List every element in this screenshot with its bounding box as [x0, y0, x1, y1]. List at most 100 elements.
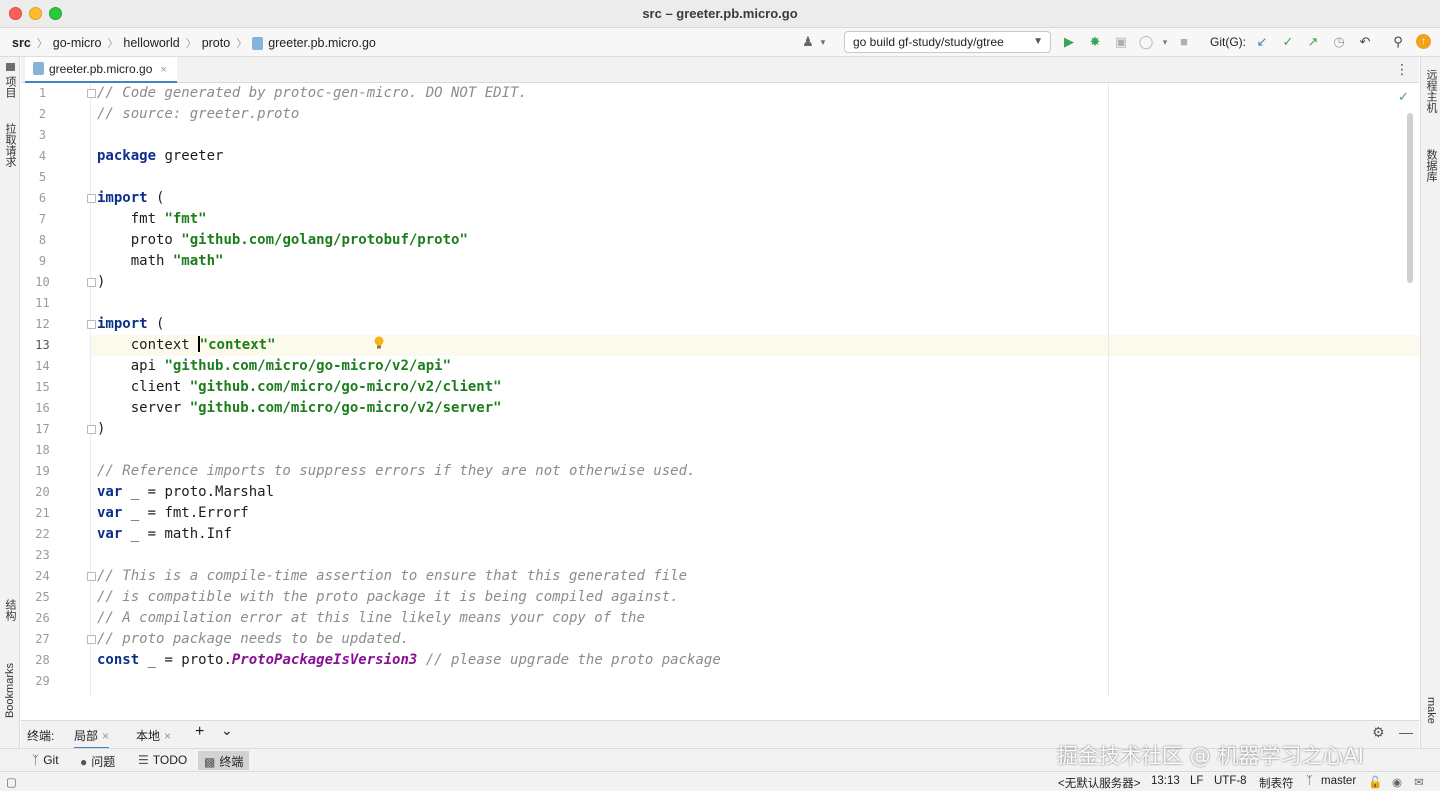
editor-tab[interactable]: greeter.pb.micro.go × [25, 57, 177, 83]
line-number[interactable]: 29 [21, 674, 64, 688]
fold-marker[interactable] [87, 89, 96, 98]
fold-marker[interactable] [87, 572, 96, 581]
tool-window-database[interactable]: 数据库 [1421, 149, 1440, 182]
rollback-icon[interactable]: ↶ [1357, 34, 1373, 50]
line-number[interactable]: 7 [21, 212, 64, 226]
line-number[interactable]: 15 [21, 380, 64, 394]
close-icon[interactable]: × [160, 64, 166, 76]
line-number[interactable]: 8 [21, 233, 64, 247]
search-icon[interactable]: ⚲ [1390, 34, 1406, 50]
tool-window-structure[interactable]: 结构 [0, 599, 20, 621]
tool-window-bookmarks[interactable]: Bookmarks [0, 663, 20, 718]
inspection-ok-icon[interactable]: ✓ [1398, 89, 1409, 105]
status-branch[interactable]: master [1321, 775, 1356, 787]
git-push-icon[interactable]: ↗ [1305, 34, 1321, 50]
line-number[interactable]: 1 [21, 86, 64, 100]
line-number[interactable]: 23 [21, 548, 64, 562]
stop-icon[interactable]: ■ [1176, 34, 1192, 50]
tool-window-label: Bookmarks [4, 663, 16, 719]
line-number[interactable]: 11 [21, 296, 64, 310]
tool-window-label: 项目 [4, 76, 16, 98]
line-number[interactable]: 28 [21, 653, 64, 667]
breadcrumb-item[interactable]: greeter.pb.micro.go [268, 36, 376, 50]
fold-marker[interactable] [87, 278, 96, 287]
line-number[interactable]: 22 [21, 527, 64, 541]
line-number[interactable]: 19 [21, 464, 64, 478]
run-configuration-select[interactable]: go build gf-study/study/gtree ▼ [844, 31, 1051, 53]
line-number[interactable]: 17 [21, 422, 64, 436]
line-number[interactable]: 12 [21, 317, 64, 331]
lock-icon[interactable]: 🔓 [1368, 775, 1382, 789]
history-icon[interactable]: ◷ [1331, 34, 1347, 50]
line-number[interactable]: 9 [21, 254, 64, 268]
tool-terminal-button[interactable]: ▩ 终端 [198, 751, 250, 770]
tool-window-remote-host[interactable]: 远程主机 [1421, 69, 1440, 113]
tool-git-button[interactable]: ᛉ Git [26, 751, 65, 770]
status-interpreter[interactable]: <无默认服务器> [1058, 775, 1140, 791]
update-icon[interactable]: ↑ [1416, 34, 1431, 49]
breadcrumb-item[interactable]: helloworld [123, 36, 179, 50]
status-encoding[interactable]: UTF-8 [1214, 775, 1247, 787]
line-number[interactable]: 26 [21, 611, 64, 625]
code-line: // proto package needs to be updated. [97, 631, 409, 647]
tool-window-pull-requests[interactable]: 拉取请求 [0, 123, 20, 167]
line-number[interactable]: 2 [21, 107, 64, 121]
fold-marker[interactable] [87, 635, 96, 644]
tool-label: 问题 [91, 755, 116, 769]
code-line: // is compatible with the proto package … [97, 589, 679, 605]
coverage-icon[interactable]: ▣ [1113, 34, 1129, 50]
vertical-scrollbar[interactable] [1407, 113, 1413, 283]
close-icon[interactable]: × [102, 729, 109, 743]
breadcrumb-item[interactable]: src [12, 36, 31, 50]
tool-problems-button[interactable]: ● 问题 [74, 751, 121, 770]
status-position[interactable]: 13:13 [1151, 775, 1180, 787]
lightbulb-icon[interactable] [373, 336, 385, 350]
tool-window-make[interactable]: make [1421, 697, 1440, 724]
line-number[interactable]: 4 [21, 149, 64, 163]
debug-icon[interactable]: ✸ [1087, 34, 1103, 50]
tool-todo-button[interactable]: ☰ TODO [132, 751, 193, 770]
line-number[interactable]: 14 [21, 359, 64, 373]
gear-icon[interactable]: ⚙ [1372, 724, 1385, 741]
terminal-tab-local[interactable]: 局部 × [74, 727, 110, 749]
line-number[interactable]: 6 [21, 191, 64, 205]
fold-marker[interactable] [87, 425, 96, 434]
more-icon[interactable]: ⋮ [1395, 61, 1409, 78]
power-save-icon[interactable]: ◉ [1392, 775, 1402, 789]
breadcrumb-item[interactable]: proto [202, 36, 231, 50]
line-number[interactable]: 27 [21, 632, 64, 646]
chevron-down-icon[interactable]: ▾ [1157, 34, 1173, 50]
panel-toggle-icon[interactable]: ▢ [6, 775, 17, 789]
chevron-down-icon[interactable]: ▾ [815, 34, 831, 50]
fold-marker[interactable] [87, 194, 96, 203]
git-update-icon[interactable]: ↙ [1254, 34, 1270, 50]
git-commit-icon[interactable]: ✓ [1280, 34, 1296, 50]
run-config-label: go build gf-study/study/gtree [853, 35, 1004, 49]
chevron-down-icon[interactable]: ⌄ [221, 722, 233, 739]
line-number[interactable]: 13 [21, 338, 64, 352]
code-editor[interactable]: 1 2 3 4 5 6 7 8 9 10 11 12 13 14 15 16 17 18 19 20 21 22 23 24 2… [21, 83, 1419, 697]
fold-marker[interactable] [87, 320, 96, 329]
tool-window-project[interactable]: 项目 [0, 63, 20, 98]
status-line-separator[interactable]: LF [1190, 775, 1203, 787]
line-number[interactable]: 24 [21, 569, 64, 583]
line-number[interactable]: 10 [21, 275, 64, 289]
terminal-tab-local-2[interactable]: 本地 × [136, 727, 171, 744]
editor-tab-label: greeter.pb.micro.go [49, 62, 153, 76]
add-terminal-button[interactable]: + [195, 723, 204, 741]
profile-icon[interactable]: ◯ [1138, 34, 1154, 50]
run-icon[interactable]: ▶ [1061, 34, 1077, 50]
line-number[interactable]: 25 [21, 590, 64, 604]
close-icon[interactable]: × [164, 729, 171, 743]
notifications-icon[interactable]: ✉ [1414, 775, 1424, 789]
line-number[interactable]: 21 [21, 506, 64, 520]
minimize-panel-icon[interactable]: — [1399, 724, 1413, 740]
line-number[interactable]: 16 [21, 401, 64, 415]
status-indent[interactable]: 制表符 [1259, 775, 1294, 791]
user-icon[interactable]: ♟ [800, 34, 816, 50]
line-number[interactable]: 3 [21, 128, 64, 142]
line-number[interactable]: 20 [21, 485, 64, 499]
line-number[interactable]: 5 [21, 170, 64, 184]
line-number[interactable]: 18 [21, 443, 64, 457]
breadcrumb-item[interactable]: go-micro [53, 36, 102, 50]
